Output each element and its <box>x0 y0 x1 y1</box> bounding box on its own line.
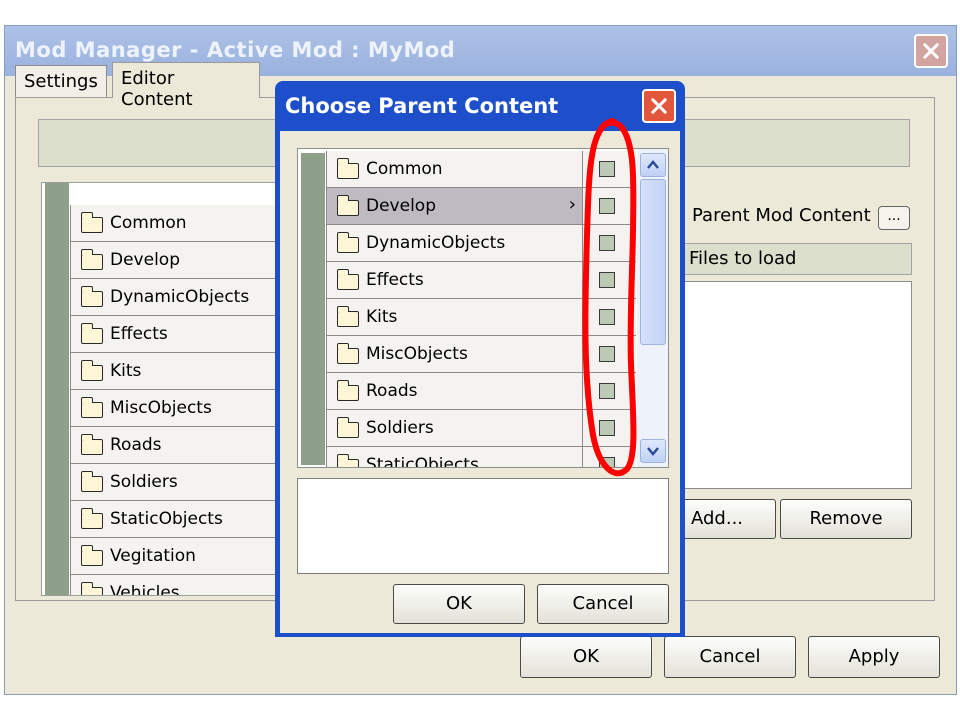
folder-icon <box>336 380 359 401</box>
list-item[interactable]: DynamicObjects <box>70 279 276 316</box>
red-circle-annotation <box>582 118 637 477</box>
remove-button[interactable]: Remove <box>780 499 912 539</box>
files-to-load-list[interactable] <box>680 281 912 489</box>
list-item[interactable]: Effects <box>70 316 276 353</box>
list-item-label: MiscObjects <box>366 344 468 364</box>
dialog-text-area[interactable] <box>297 478 669 574</box>
tab-editor-content[interactable]: Editor Content <box>112 62 260 110</box>
list-item-label: Soldiers <box>366 418 434 438</box>
folder-icon <box>336 232 359 253</box>
parent-mod-content-label: Parent Mod Content <box>692 205 871 226</box>
dialog-title: Choose Parent Content <box>285 94 559 118</box>
add-button[interactable]: Add... <box>680 499 776 539</box>
list-item[interactable]: Effects <box>326 262 582 299</box>
folder-icon <box>80 397 103 418</box>
folder-icon <box>80 582 103 595</box>
folder-icon <box>336 306 359 327</box>
list-item-label: Soldiers <box>110 472 178 492</box>
folder-icon <box>336 158 359 179</box>
list-item[interactable]: Soldiers <box>70 464 276 501</box>
folder-icon <box>336 269 359 290</box>
list-item-label: DynamicObjects <box>110 287 250 307</box>
list-item-selected[interactable]: Develop › <box>326 188 582 225</box>
list-item[interactable]: Soldiers <box>326 410 582 447</box>
folder-icon <box>336 343 359 364</box>
list-item[interactable]: MiscObjects <box>326 336 582 373</box>
editor-folder-list[interactable]: Common Develop DynamicObjects Effects Ki… <box>41 182 277 596</box>
list-item[interactable]: Roads <box>326 373 582 410</box>
list-item[interactable]: MiscObjects <box>70 390 276 427</box>
list-item[interactable]: Vehicles <box>70 575 276 596</box>
list-item-label: Develop <box>366 196 436 216</box>
list-item[interactable]: Vegitation <box>70 538 276 575</box>
list-item[interactable]: StaticObjects <box>70 501 276 538</box>
list-item-label: Effects <box>366 270 424 290</box>
list-item[interactable]: Develop <box>70 242 276 279</box>
list-item-label: Roads <box>110 435 162 455</box>
list-item-label: MiscObjects <box>110 398 212 418</box>
folder-icon <box>80 286 103 307</box>
folder-icon <box>80 471 103 492</box>
tab-settings[interactable]: Settings <box>15 65 107 97</box>
list-item[interactable]: StaticObjects <box>326 447 582 468</box>
list-item-label: Effects <box>110 324 168 344</box>
folder-icon <box>80 249 103 270</box>
list-item[interactable]: Roads <box>70 427 276 464</box>
main-window-title: Mod Manager - Active Mod : MyMod <box>15 38 456 62</box>
list-item[interactable]: Common <box>326 151 582 188</box>
folder-icon <box>80 545 103 566</box>
apply-button[interactable]: Apply <box>808 636 940 678</box>
folder-icon <box>80 360 103 381</box>
dialog-ok-button[interactable]: OK <box>393 584 525 624</box>
dialog-cancel-button[interactable]: Cancel <box>537 584 669 624</box>
files-to-load-header: Files to load <box>680 243 912 275</box>
list-item-label: DynamicObjects <box>366 233 506 253</box>
main-ok-button[interactable]: OK <box>520 636 652 678</box>
folder-icon <box>80 212 103 233</box>
main-close-button[interactable] <box>914 34 948 68</box>
close-icon <box>923 43 939 59</box>
list-gutter <box>45 183 69 595</box>
list-item-label: Develop <box>110 250 180 270</box>
list-item[interactable]: Kits <box>70 353 276 390</box>
list-item[interactable]: Kits <box>326 299 582 336</box>
tab-editor-content-label: Editor Content <box>121 68 193 110</box>
list-item-label: StaticObjects <box>366 455 479 468</box>
list-item[interactable]: DynamicObjects <box>326 225 582 262</box>
list-gutter <box>301 153 325 465</box>
folder-icon <box>336 417 359 438</box>
list-item-label: Kits <box>110 361 142 381</box>
folder-icon <box>80 508 103 529</box>
list-item-label: Common <box>366 159 443 179</box>
list-item[interactable]: Common <box>70 205 276 242</box>
list-item-label: StaticObjects <box>110 509 223 529</box>
folder-icon <box>336 454 359 467</box>
folder-icon <box>80 434 103 455</box>
folder-icon <box>80 323 103 344</box>
files-to-load-label: Files to load <box>689 248 797 269</box>
main-cancel-button[interactable]: Cancel <box>664 636 796 678</box>
list-item-label: Vehicles <box>110 583 180 596</box>
list-item-label: Vegitation <box>110 546 196 566</box>
folder-icon <box>336 195 359 216</box>
list-item-label: Common <box>110 213 187 233</box>
list-item-label: Roads <box>366 381 418 401</box>
browse-parent-button[interactable]: ... <box>878 206 910 230</box>
list-item-label: Kits <box>366 307 398 327</box>
tab-settings-label: Settings <box>24 71 98 92</box>
